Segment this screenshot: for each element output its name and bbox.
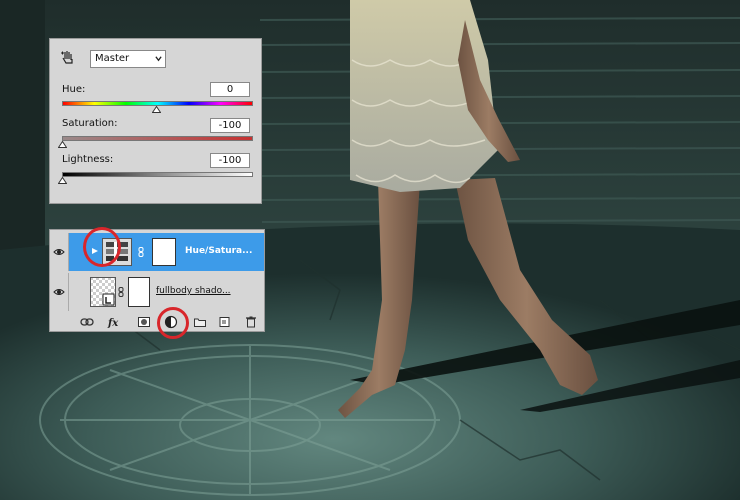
layer-name[interactable]: Hue/Satura... — [185, 246, 252, 256]
link-icon[interactable] — [80, 315, 94, 329]
annotation-circle-adjustment-button — [157, 307, 189, 339]
hue-value-field[interactable]: 0 — [210, 82, 250, 97]
trash-icon[interactable] — [244, 315, 258, 329]
fx-icon[interactable]: fx — [107, 315, 121, 329]
lightness-value-field[interactable]: -100 — [210, 153, 250, 168]
layer-row-hue-saturation[interactable]: Hue/Satura... — [50, 233, 264, 271]
preset-value: Master — [95, 53, 130, 64]
hue-slider-thumb[interactable] — [152, 106, 161, 113]
saturation-label: Saturation: — [62, 118, 118, 129]
transparent-layer-thumbnail — [90, 277, 116, 307]
eye-icon — [53, 289, 65, 295]
saturation-value-field[interactable]: -100 — [210, 118, 250, 133]
link-chain-icon[interactable] — [138, 247, 144, 257]
mask-icon[interactable] — [137, 315, 151, 329]
eye-icon — [53, 249, 65, 255]
svg-text:fx: fx — [107, 318, 119, 329]
saturation-slider-track[interactable] — [62, 136, 253, 141]
targeted-adjustment-hand-icon[interactable] — [60, 49, 76, 65]
layer-mask-thumbnail[interactable] — [152, 238, 176, 266]
visibility-toggle[interactable] — [50, 273, 69, 311]
visibility-toggle[interactable] — [50, 233, 69, 271]
layer-name[interactable]: fullbody shado... — [156, 286, 231, 296]
hue-saturation-panel: Master Hue: 0 Saturation: -100 Lightness… — [49, 38, 262, 204]
layer-mask-thumbnail[interactable] — [128, 277, 150, 307]
annotation-circle-layer-thumbnail — [83, 227, 121, 267]
new-layer-icon[interactable] — [217, 315, 231, 329]
chevron-down-icon — [155, 56, 162, 62]
saturation-slider-thumb[interactable] — [58, 141, 67, 148]
hue-label: Hue: — [62, 84, 86, 95]
layer-row-fullbody-shadow[interactable]: fullbody shado... — [50, 273, 264, 311]
lightness-slider-track[interactable] — [62, 172, 253, 177]
link-chain-icon[interactable] — [118, 287, 124, 297]
folder-icon[interactable] — [193, 315, 207, 329]
preset-dropdown[interactable]: Master — [90, 50, 166, 68]
lightness-slider-thumb[interactable] — [58, 177, 67, 184]
lightness-label: Lightness: — [62, 154, 114, 165]
